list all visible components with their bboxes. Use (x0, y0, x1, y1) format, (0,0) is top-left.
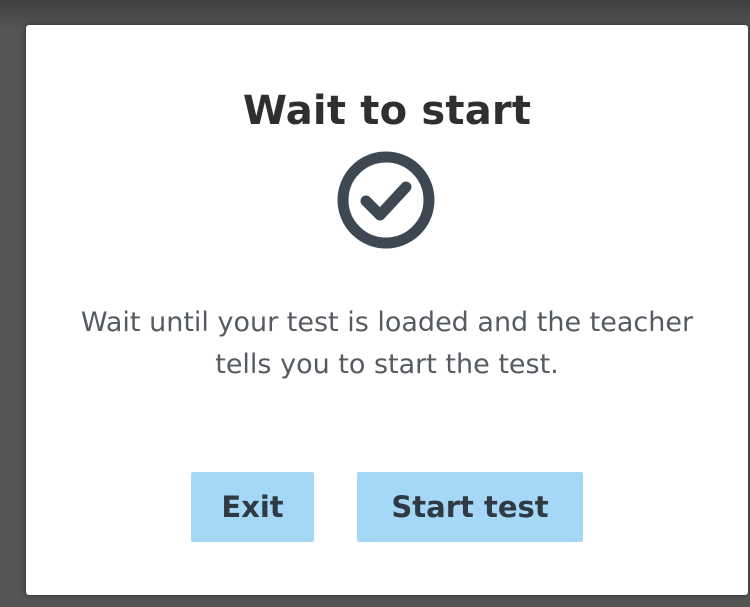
check-circle-icon (336, 150, 436, 250)
dialog-title: Wait to start (242, 88, 532, 134)
wait-to-start-dialog: Wait to start Wait until your test is lo… (26, 25, 748, 595)
exit-button[interactable]: Exit (191, 472, 314, 542)
start-test-button[interactable]: Start test (357, 472, 583, 542)
dialog-message: Wait until your test is loaded and the t… (80, 307, 694, 380)
